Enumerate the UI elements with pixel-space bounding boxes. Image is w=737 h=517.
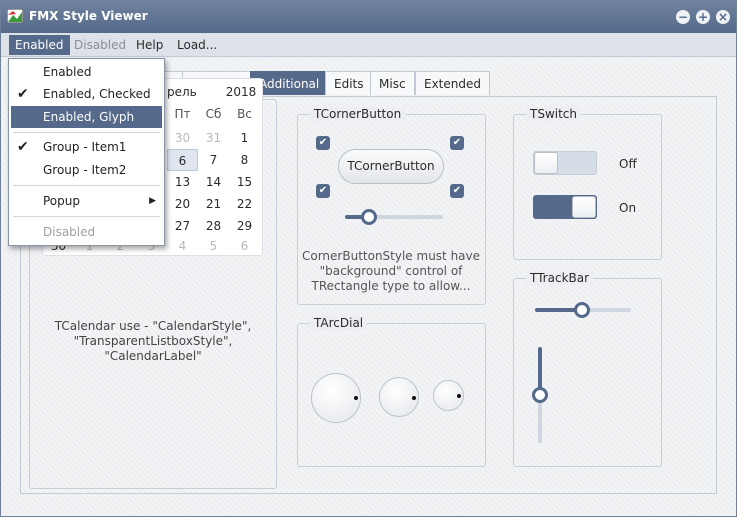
calendar-day[interactable]: 8 — [229, 149, 260, 171]
switch-group: TSwitch — [513, 107, 662, 260]
calendar-day[interactable]: 27 — [167, 215, 198, 237]
calendar-day[interactable]: 15 — [229, 171, 260, 193]
menu-item-label: Group - Item2 — [43, 163, 127, 177]
calendar-day[interactable]: 20 — [167, 193, 198, 215]
dial-indicator — [354, 396, 358, 400]
app-window: FMX Style Viewer − + × Enabled Disabled … — [0, 0, 737, 517]
group-title: TSwitch — [526, 107, 582, 121]
calendar-day-selected[interactable]: 6 — [167, 149, 198, 171]
calendar-day[interactable]: 14 — [198, 171, 229, 193]
corner-checkbox-bottom-right[interactable]: ✔ — [450, 184, 464, 198]
calendar-day[interactable]: 4 — [167, 237, 198, 255]
menu-item-label: Popup — [43, 194, 80, 208]
submenu-arrow-icon: ▶ — [149, 196, 156, 206]
group-title: TCornerButton — [310, 107, 406, 121]
tab-misc[interactable]: Misc — [370, 71, 415, 95]
menu-item-label: Enabled, Checked — [43, 87, 151, 101]
weekday-header: Сб — [205, 107, 222, 121]
switch-on-label: On — [619, 201, 637, 215]
title-bar[interactable]: FMX Style Viewer − + × — [1, 1, 736, 33]
calendar-day[interactable]: 30 — [167, 127, 198, 149]
calendar-day[interactable]: 29 — [229, 215, 260, 237]
corner-button[interactable]: TCornerButton — [338, 149, 444, 184]
menu-disabled[interactable]: Disabled — [68, 35, 132, 55]
arc-dial-medium[interactable] — [379, 377, 419, 417]
calendar-day[interactable]: 1 — [229, 127, 260, 149]
vertical-trackbar-thumb[interactable] — [532, 387, 548, 403]
window-title: FMX Style Viewer — [29, 9, 148, 23]
corner-note: CornerButtonStyle must have "background"… — [301, 249, 481, 293]
enabled-dropdown-menu: Enabled ✔ Enabled, Checked Enabled, Glyp… — [8, 58, 165, 246]
corner-slider-thumb[interactable] — [361, 209, 377, 225]
tab-extended[interactable]: Extended — [415, 71, 490, 95]
menu-separator — [13, 132, 160, 133]
group-title: TTrackBar — [526, 271, 594, 285]
arc-dial-large[interactable] — [311, 373, 361, 423]
switch-knob — [534, 152, 558, 174]
calendar-day[interactable]: 21 — [198, 193, 229, 215]
corner-checkbox-top-right[interactable]: ✔ — [450, 136, 464, 150]
menu-bar: Enabled Disabled Help Load... — [1, 33, 736, 57]
menu-item-group-item1[interactable]: ✔ Group - Item1 — [9, 136, 164, 158]
dial-indicator — [457, 394, 461, 398]
calendar-day[interactable]: 5 — [198, 237, 229, 255]
group-title: TArcDial — [310, 316, 368, 330]
menu-item-label: Group - Item1 — [43, 140, 127, 154]
switch-off[interactable] — [533, 151, 597, 175]
menu-item-enabled[interactable]: Enabled — [9, 61, 164, 83]
close-icon[interactable]: × — [716, 10, 730, 24]
weekday-header: Вс — [237, 107, 252, 121]
switch-off-label: Off — [619, 157, 637, 171]
calendar-note: TCalendar use - "CalendarStyle", "Transp… — [54, 319, 252, 363]
horizontal-trackbar-thumb[interactable] — [574, 302, 590, 318]
switch-on[interactable] — [533, 195, 597, 219]
menu-load[interactable]: Load... — [171, 35, 223, 55]
calendar-day[interactable]: 13 — [167, 171, 198, 193]
menu-item-enabled-glyph[interactable]: Enabled, Glyph — [11, 106, 162, 128]
calendar-day[interactable]: 22 — [229, 193, 260, 215]
corner-checkbox-bottom-left[interactable]: ✔ — [316, 184, 330, 198]
menu-enabled[interactable]: Enabled — [9, 35, 70, 55]
menu-item-disabled[interactable]: Disabled — [9, 221, 164, 243]
check-icon: ✔ — [17, 139, 29, 155]
menu-item-label: Enabled — [43, 65, 92, 79]
calendar-day[interactable]: 6 — [229, 237, 260, 255]
app-icon — [7, 9, 23, 23]
menu-item-label: Enabled, Glyph — [43, 110, 135, 124]
menu-separator — [13, 216, 160, 217]
menu-separator — [13, 185, 160, 186]
calendar-day[interactable]: 28 — [198, 215, 229, 237]
tab-edits[interactable]: Edits — [325, 71, 373, 95]
weekday-header: Пт — [174, 107, 191, 121]
switch-knob — [572, 196, 596, 218]
menu-help[interactable]: Help — [130, 35, 169, 55]
arc-dial-small[interactable] — [433, 380, 464, 411]
menu-item-enabled-checked[interactable]: ✔ Enabled, Checked — [9, 83, 164, 105]
menu-item-label: Disabled — [43, 225, 96, 239]
menu-item-popup[interactable]: Popup ▶ — [9, 190, 164, 212]
check-icon: ✔ — [17, 86, 29, 102]
menu-item-group-item2[interactable]: Group - Item2 — [9, 159, 164, 181]
minimize-icon[interactable]: − — [676, 10, 690, 24]
calendar-day[interactable]: 31 — [198, 127, 229, 149]
calendar-day[interactable]: 7 — [198, 149, 229, 171]
calendar-year[interactable]: 2018 — [223, 81, 259, 103]
maximize-icon[interactable]: + — [696, 10, 710, 24]
corner-checkbox-top-left[interactable]: ✔ — [316, 136, 330, 150]
calendar-month[interactable]: рель — [167, 81, 217, 103]
dial-indicator — [412, 396, 416, 400]
